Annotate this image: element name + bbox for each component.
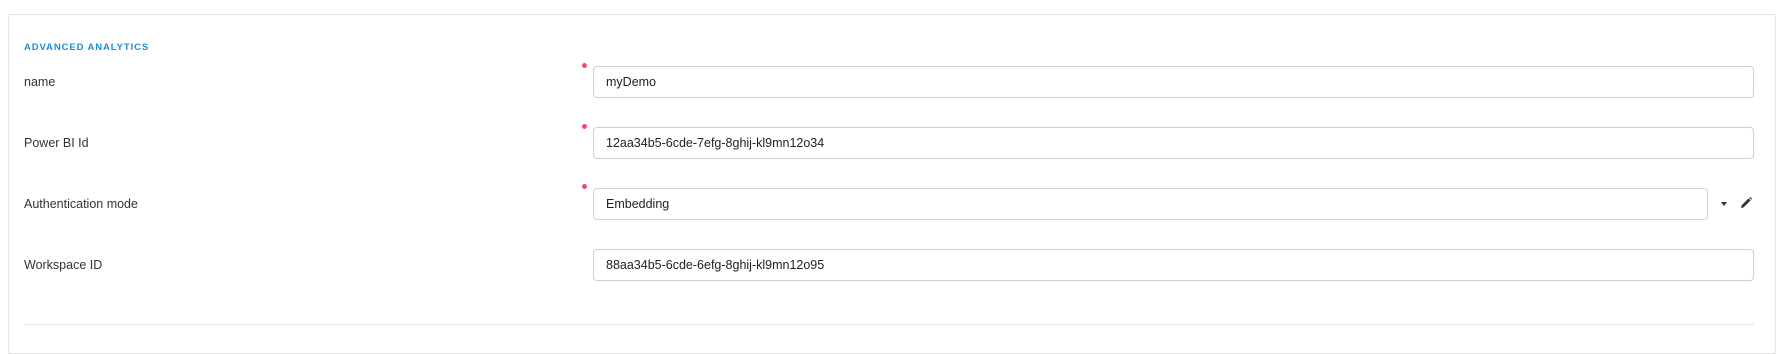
section-divider <box>24 324 1754 325</box>
workspace-id-label: Workspace ID <box>24 258 103 272</box>
power-bi-id-input[interactable] <box>593 127 1754 159</box>
required-indicator <box>582 124 587 129</box>
pencil-icon[interactable] <box>1739 196 1753 210</box>
form-row-authentication-mode: Authentication mode Embedding <box>0 184 1785 222</box>
section-title: ADVANCED ANALYTICS <box>24 42 150 53</box>
authentication-mode-label: Authentication mode <box>24 197 138 211</box>
name-label: name <box>24 75 56 89</box>
authentication-mode-select[interactable]: Embedding <box>593 188 1708 220</box>
power-bi-id-label: Power BI Id <box>24 136 89 150</box>
form-row-workspace-id: Workspace ID <box>0 248 1785 284</box>
name-input[interactable] <box>593 66 1754 98</box>
form-row-power-bi-id: Power BI Id <box>0 124 1785 162</box>
form-row-name: name <box>0 63 1785 101</box>
chevron-down-icon[interactable] <box>1721 202 1727 206</box>
workspace-id-input[interactable] <box>593 249 1754 281</box>
required-indicator <box>582 184 587 189</box>
required-indicator <box>582 63 587 68</box>
